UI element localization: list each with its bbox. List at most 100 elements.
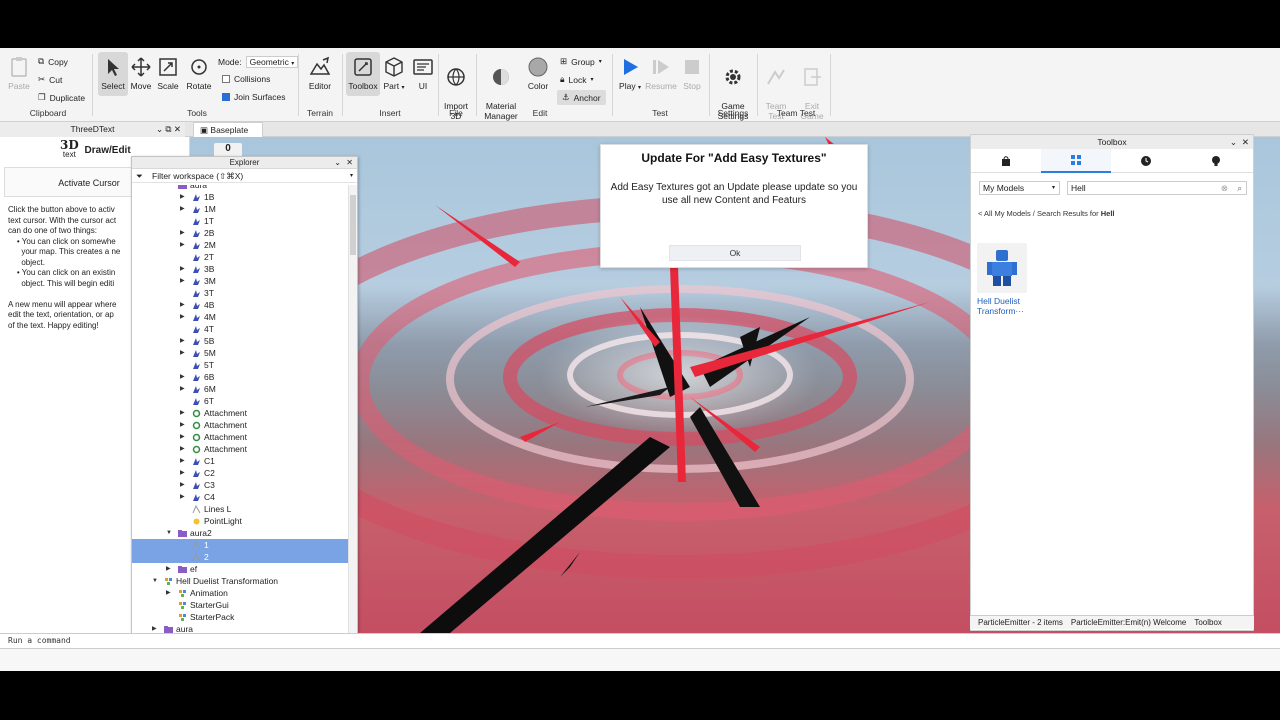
tree-item[interactable]: ▶ Attachment — [132, 443, 349, 455]
expand-right-icon[interactable]: ▶ — [180, 347, 185, 359]
tree-item[interactable]: 2T — [132, 251, 349, 263]
collisions-checkbox[interactable] — [222, 75, 230, 83]
expand-right-icon[interactable]: ▶ — [180, 239, 185, 251]
tree-item[interactable]: ▶ 1B — [132, 191, 349, 203]
clear-icon[interactable]: ⊗ — [1221, 182, 1228, 194]
play-button[interactable]: Play ▾ — [617, 56, 643, 91]
expand-right-icon[interactable]: ▶ — [180, 275, 185, 287]
tree-item[interactable]: 1 — [132, 539, 349, 551]
tree-item[interactable]: ▶ 6B — [132, 371, 349, 383]
tree-item[interactable]: ▶ C4 — [132, 491, 349, 503]
move-tool-button[interactable]: Move — [128, 56, 154, 91]
explorer-scrollbar[interactable] — [348, 185, 357, 655]
tree-item[interactable]: PointLight — [132, 515, 349, 527]
tree-item[interactable]: 1T — [132, 215, 349, 227]
duplicate-button[interactable]: ❐ Duplicate — [38, 92, 85, 103]
collisions-toggle[interactable]: Collisions — [222, 74, 270, 84]
tree-item[interactable]: ▶ 5B — [132, 335, 349, 347]
tab-recent[interactable] — [1111, 149, 1181, 173]
expand-right-icon[interactable]: ▶ — [180, 263, 185, 275]
scrollbar-thumb[interactable] — [350, 195, 356, 255]
tree-item[interactable]: 6T — [132, 395, 349, 407]
tab-inventory[interactable] — [1041, 149, 1111, 173]
tree-item[interactable]: 2 — [132, 551, 349, 563]
tab-creations[interactable] — [1181, 149, 1251, 173]
resume-button[interactable]: Resume — [645, 56, 677, 91]
ui-button[interactable]: UI — [412, 56, 434, 91]
part-button[interactable]: Part ▾ — [382, 56, 406, 91]
expand-right-icon[interactable]: ▶ — [166, 563, 171, 575]
expand-right-icon[interactable]: ▶ — [180, 299, 185, 311]
expand-right-icon[interactable]: ▶ — [180, 431, 185, 443]
collapse-icon[interactable]: ⌄ — [1230, 135, 1237, 149]
tree-item[interactable]: ▶ 3M — [132, 275, 349, 287]
paste-button[interactable]: Paste — [6, 56, 32, 91]
expand-right-icon[interactable]: ▶ — [180, 419, 185, 431]
select-tool-button[interactable]: Select — [98, 52, 128, 96]
toolbox-titlebar[interactable]: Toolbox ⌄ ✕ — [971, 135, 1253, 149]
status-right[interactable]: Toolbox — [1194, 618, 1222, 627]
explorer-filter[interactable]: ⏷ Filter workspace (⇧⌘X) ▾ — [132, 169, 357, 183]
tree-item[interactable]: 3T — [132, 287, 349, 299]
expand-right-icon[interactable]: ▶ — [180, 455, 185, 467]
tree-item[interactable]: ▶ ef — [132, 563, 349, 575]
terrain-editor-button[interactable]: Editor — [304, 56, 336, 91]
tree-item[interactable]: ▶ 2M — [132, 239, 349, 251]
material-manager-button[interactable]: Material Manager — [482, 56, 520, 121]
expand-right-icon[interactable]: ▶ — [180, 191, 185, 203]
tree-item[interactable]: ▼ aura2 — [132, 527, 349, 539]
tree-item[interactable]: ▶ Attachment — [132, 419, 349, 431]
rotate-tool-button[interactable]: Rotate — [185, 56, 213, 91]
toolbox-search-input[interactable]: Hell ⊗ ⌕ — [1067, 181, 1247, 195]
tab-baseplate[interactable]: ▣ Baseplate ✕ — [193, 122, 263, 150]
tree-item[interactable]: ▶ C3 — [132, 479, 349, 491]
expand-right-icon[interactable]: ▶ — [180, 467, 185, 479]
cut-button[interactable]: ✂ Cut — [38, 74, 62, 85]
tree-item[interactable]: ▶ Attachment — [132, 407, 349, 419]
expand-right-icon[interactable]: ▶ — [180, 371, 185, 383]
command-bar[interactable]: Run a command — [0, 633, 1280, 649]
tree-item[interactable]: ▶ 6M — [132, 383, 349, 395]
anchor-toggle[interactable]: ⚓︎ Anchor — [557, 90, 606, 105]
tree-item[interactable]: Lines L — [132, 503, 349, 515]
breadcrumb[interactable]: < All My Models / Search Results for Hel… — [978, 209, 1115, 218]
expand-right-icon[interactable]: ▶ — [180, 383, 185, 395]
expand-right-icon[interactable]: ▶ — [166, 587, 171, 599]
tree-item[interactable]: ▶ Attachment — [132, 431, 349, 443]
ok-button[interactable]: Ok — [669, 245, 801, 261]
expand-right-icon[interactable]: ▶ — [180, 407, 185, 419]
close-icon[interactable]: ✕ — [1242, 135, 1249, 149]
tab-marketplace[interactable] — [971, 149, 1041, 173]
tree-item[interactable]: ▶ C1 — [132, 455, 349, 467]
close-icon[interactable]: ⌄ ⧉ ✕ — [156, 122, 181, 137]
mode-select[interactable]: Mode: Geometric ▾ — [218, 56, 299, 68]
tree-item[interactable]: ▶ C2 — [132, 467, 349, 479]
toolbox-button[interactable]: Toolbox — [346, 52, 380, 96]
tree-item[interactable]: ▼ Hell Duelist Transformation — [132, 575, 349, 587]
tree-item[interactable]: ▶ Animation — [132, 587, 349, 599]
stop-button[interactable]: Stop — [680, 56, 704, 91]
expand-right-icon[interactable]: ▶ — [180, 335, 185, 347]
tree-item[interactable]: ▶ 1M — [132, 203, 349, 215]
expand-right-icon[interactable]: ▶ — [180, 443, 185, 455]
explorer-titlebar[interactable]: Explorer ⌄ ✕ — [132, 157, 357, 169]
expand-right-icon[interactable]: ▶ — [180, 479, 185, 491]
tree-item[interactable]: ▶ 4M — [132, 311, 349, 323]
tree-item[interactable]: ▶ 4B — [132, 299, 349, 311]
category-dropdown[interactable]: My Models ▾ — [979, 181, 1060, 195]
tree-item[interactable]: StarterPack — [132, 611, 349, 623]
lock-button[interactable]: 🔒︎ Lock ▾ — [560, 74, 594, 85]
copy-button[interactable]: ⧉ Copy — [38, 56, 68, 67]
expand-right-icon[interactable]: ▶ — [180, 311, 185, 323]
mode-value[interactable]: Geometric ▾ — [245, 56, 299, 68]
expand-right-icon[interactable]: ▶ — [180, 203, 185, 215]
join-surfaces-toggle[interactable]: Join Surfaces — [222, 92, 286, 102]
toolbox-item[interactable]: Hell Duelist Transform··· — [977, 243, 1037, 316]
color-button[interactable]: Color — [525, 56, 551, 91]
command-input[interactable]: Run a command — [8, 636, 71, 645]
tree-item[interactable]: ▶ 5M — [132, 347, 349, 359]
expand-down-icon[interactable]: ▼ — [166, 527, 172, 539]
expand-right-icon[interactable]: ▶ — [180, 227, 185, 239]
tree-item[interactable]: 5T — [132, 359, 349, 371]
close-icon[interactable]: ✕ — [346, 157, 353, 169]
